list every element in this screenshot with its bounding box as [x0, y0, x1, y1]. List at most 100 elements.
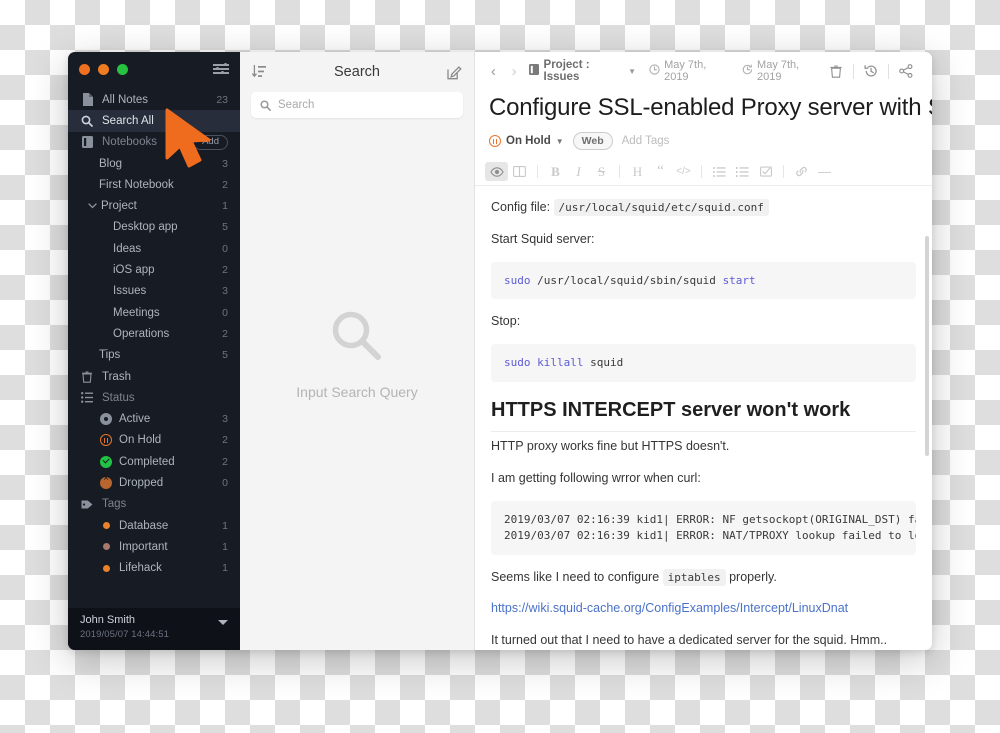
add-tags-button[interactable]: Add Tags — [622, 135, 670, 147]
sidebar-item-status-completed[interactable]: Completed 2 — [68, 451, 240, 472]
divider — [619, 165, 620, 178]
add-notebook-button[interactable]: Add — [193, 134, 228, 150]
notebook-icon — [528, 64, 539, 78]
sidebar-item-desktop-app[interactable]: Desktop app 5 — [68, 217, 240, 238]
created-date-text: May 7th, 2019 — [664, 59, 707, 83]
stop-label: Stop: — [491, 314, 521, 329]
note-heading-2: HTTPS INTERCEPT server won't work — [491, 395, 916, 433]
numbered-list-icon[interactable] — [731, 162, 754, 181]
heading-icon[interactable]: H — [626, 162, 649, 181]
sidebar-item-tag-lifehack[interactable]: Lifehack 1 — [68, 558, 240, 579]
sidebar-item-status-dropped[interactable]: Dropped 0 — [68, 472, 240, 493]
hamburger-icon[interactable] — [213, 63, 229, 75]
notebook-breadcrumb[interactable]: Project : Issues ▼ — [528, 59, 636, 83]
compose-icon[interactable] — [447, 65, 462, 80]
squid-wiki-link[interactable]: https://wiki.squid-cache.org/ConfigExamp… — [491, 601, 848, 615]
sidebar-item-status-on-hold[interactable]: On Hold 2 — [68, 430, 240, 451]
sidebar-item-ios-app[interactable]: iOS app 2 — [68, 259, 240, 280]
note-body[interactable]: Config file: /usr/local/squid/etc/squid.… — [475, 186, 932, 650]
sidebar-item-meetings[interactable]: Meetings 0 — [68, 302, 240, 323]
sidebar-item-trash[interactable]: Trash — [68, 366, 240, 387]
sidebar-item-search-all[interactable]: Search All — [68, 110, 240, 132]
sidebar-item-blog[interactable]: Blog 3 — [68, 153, 240, 174]
created-date: May 7th, 2019 — [649, 59, 729, 83]
updated-date-text: May 7th, 2019 — [757, 59, 800, 83]
preview-icon[interactable] — [485, 162, 508, 181]
history-icon[interactable] — [857, 64, 885, 78]
quote-icon[interactable]: “ — [649, 162, 672, 181]
sidebar-item-notebooks[interactable]: Notebooks Add — [68, 132, 240, 153]
tag-dot-icon — [99, 522, 113, 530]
sidebar-label: Database — [119, 519, 169, 532]
updated-date: May 7th, 2019 — [742, 59, 822, 83]
sidebar-count: 2 — [222, 178, 228, 191]
zoom-button[interactable] — [117, 63, 128, 75]
strikethrough-icon[interactable]: S — [590, 162, 613, 181]
bullet-list-icon[interactable] — [708, 162, 731, 181]
editor-format-toolbar: B I S H “ </> — — [475, 159, 932, 186]
checklist-icon[interactable] — [754, 162, 777, 181]
sidebar-item-issues[interactable]: Issues 3 — [68, 281, 240, 302]
code-icon[interactable]: </> — [672, 162, 695, 181]
tag-dot-icon — [99, 543, 113, 551]
title-bar — [68, 52, 240, 86]
sidebar-label: Status — [102, 391, 135, 404]
trash-icon[interactable] — [822, 65, 850, 78]
note-title[interactable]: Configure SSL-enabled Proxy server with … — [475, 90, 932, 122]
paragraph-iptables: Seems like I need to configure iptables … — [491, 568, 916, 587]
config-paragraph: Config file: /usr/local/squid/etc/squid.… — [491, 198, 916, 217]
sidebar-label: Dropped — [119, 476, 164, 489]
sidebar-item-all-notes[interactable]: All Notes 23 — [68, 89, 240, 110]
paragraph-text-after: properly. — [729, 569, 777, 584]
scrollbar-thumb[interactable] — [925, 236, 929, 456]
minimize-button[interactable] — [98, 63, 109, 75]
status-dropped-icon — [99, 474, 113, 489]
chevron-down-icon[interactable]: ▼ — [628, 67, 636, 76]
sidebar-count: 1 — [222, 519, 228, 532]
sidebar-header-tags[interactable]: Tags — [68, 494, 240, 515]
divider — [853, 63, 855, 79]
status-onhold-icon — [99, 434, 113, 447]
note-editor-pane: ‹ › Project : Issues ▼ May 7th, 2019 May — [475, 52, 932, 650]
note-tag[interactable]: Web — [572, 132, 613, 150]
sidebar-item-operations[interactable]: Operations 2 — [68, 323, 240, 344]
horizontal-rule-icon[interactable]: — — [813, 162, 836, 181]
sidebar-header-status[interactable]: Status — [68, 387, 240, 408]
search-box[interactable] — [251, 92, 463, 118]
link-icon[interactable] — [790, 162, 813, 181]
divider — [888, 63, 890, 79]
sort-icon[interactable] — [252, 65, 267, 79]
chevron-down-icon[interactable] — [86, 203, 99, 209]
sidebar-item-status-active[interactable]: Active 3 — [68, 408, 240, 429]
nav-forward-button[interactable]: › — [504, 63, 525, 80]
sidebar-item-ideas[interactable]: Ideas 0 — [68, 238, 240, 259]
chevron-down-icon[interactable]: ▼ — [556, 137, 564, 146]
chevron-down-icon[interactable] — [218, 620, 228, 625]
share-icon[interactable] — [892, 64, 920, 78]
nav-back-button[interactable]: ‹ — [483, 63, 504, 80]
search-input[interactable] — [278, 99, 454, 111]
code-keyword: sudo — [504, 273, 531, 287]
editor-scrollbar[interactable] — [925, 96, 929, 646]
user-bar[interactable]: John Smith 2019/05/07 14:44:51 — [68, 608, 240, 650]
split-view-icon[interactable] — [508, 162, 531, 181]
sidebar-item-first-notebook[interactable]: First Notebook 2 — [68, 174, 240, 195]
sidebar-count: 0 — [222, 476, 228, 489]
status-badge[interactable]: On Hold ▼ — [489, 135, 564, 147]
sidebar-count: 2 — [222, 455, 228, 468]
sidebar-count: 3 — [222, 157, 228, 170]
sidebar-count: 2 — [222, 434, 228, 447]
status-onhold-icon — [489, 135, 501, 147]
bold-icon[interactable]: B — [544, 162, 567, 181]
sidebar-item-tag-truncated[interactable] — [68, 579, 240, 600]
sidebar-label: Tags — [102, 498, 127, 511]
sidebar-item-tag-database[interactable]: Database 1 — [68, 515, 240, 536]
empty-state: Input Search Query — [240, 128, 474, 650]
sidebar-item-tips[interactable]: Tips 5 — [68, 345, 240, 366]
start-label: Start Squid server: — [491, 231, 595, 246]
sidebar-item-project[interactable]: Project 1 — [68, 195, 240, 216]
italic-icon[interactable]: I — [567, 162, 590, 181]
close-button[interactable] — [79, 63, 90, 75]
sidebar-item-tag-important[interactable]: Important 1 — [68, 536, 240, 557]
sidebar-label: Trash — [102, 370, 131, 383]
